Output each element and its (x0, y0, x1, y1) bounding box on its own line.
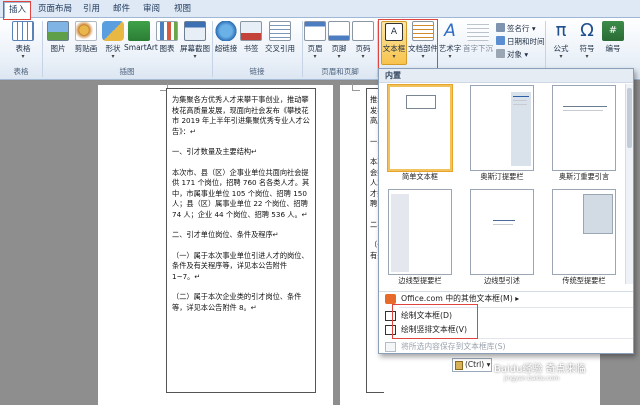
preview-box (406, 95, 436, 109)
gallery-section-header: 内置 (379, 69, 633, 83)
bar-chart-icon (156, 21, 178, 41)
frame-paragraph: 一、引才数量及主要结构↵ (172, 147, 258, 156)
symbol-button[interactable]: Ω 符号 ▾ (575, 21, 599, 60)
equation-button[interactable]: π 公式 ▾ (549, 21, 573, 60)
group-label-header-footer: 页眉和页脚 (321, 67, 359, 76)
margin-mark (352, 83, 360, 91)
text-box-frame[interactable]: 为集聚各方优秀人才来攀干事创业，推动攀枝花高质量发展，现面向社会发布《攀枝花市 … (166, 88, 316, 393)
table-button[interactable]: 表格 ▾ (8, 21, 38, 60)
frame-paragraph: （二）属于本次企业类的引才岗位、条件等，详见本公告附件 8。↵ (172, 292, 302, 312)
chart-button[interactable]: 图表 (156, 21, 178, 54)
wordart-icon: A (444, 21, 456, 41)
preview-line (563, 106, 607, 107)
hyperlink-button[interactable]: 超链接 (214, 21, 238, 54)
bookmark-button[interactable]: 书签 (240, 21, 262, 54)
table-icon (12, 21, 34, 41)
preview-line (493, 224, 513, 225)
insert-tab-highlight (3, 1, 31, 20)
tab-references[interactable]: 引用 (79, 2, 104, 18)
object-icon (496, 49, 505, 58)
globe-link-icon (215, 21, 237, 41)
object-button[interactable]: 对象 ▾ (496, 49, 528, 60)
gallery-item-austin-sidebar[interactable]: 奥斯汀提要栏 (469, 85, 535, 182)
shapes-button[interactable]: 形状 ▾ (102, 21, 124, 60)
cross-reference-icon (269, 21, 291, 41)
thumbnail-preview (470, 189, 534, 275)
thumbnail-preview (552, 189, 616, 275)
thumbnail-preview (470, 85, 534, 171)
footer-icon (328, 21, 350, 41)
frame-paragraph: （一）属于本次事业单位引进人才的岗位、条件及有关程序等，详见本公告附件 1~7。… (172, 250, 309, 281)
date-time-button[interactable]: 日期和时间 (496, 36, 545, 47)
frame-paragraph: 本次市、县（区）企事业单位共面向社会提供 171 个岗位，招聘 760 名各类人… (172, 167, 310, 219)
clipboard-icon (455, 361, 463, 370)
screenshot-button[interactable]: 屏幕截图 ▾ (180, 21, 210, 60)
drop-cap-button[interactable]: 首字下沉 (462, 21, 494, 54)
tab-mailings[interactable]: 邮件 (109, 2, 134, 18)
picture-button[interactable]: 图片 (46, 21, 70, 54)
thumbnail-preview (388, 85, 452, 171)
preview-line (513, 100, 527, 101)
clipart-button[interactable]: 剪贴画 (72, 21, 100, 54)
menu-save-selection-to-gallery: 将所选内容保存到文本框库(S) (379, 340, 633, 354)
group-label-tables: 表格 (13, 67, 29, 76)
watermark-logo: Baidu经验 奇点来临 jingyan.baidu.com (494, 364, 586, 382)
smartart-button[interactable]: SmartArt (124, 21, 158, 52)
page-number-button[interactable]: 页码 ▾ (352, 21, 374, 60)
drop-cap-icon (467, 21, 489, 41)
thumbnail-preview (552, 85, 616, 171)
tab-page-layout[interactable]: 页面布局 (34, 2, 76, 18)
ribbon-tab-bar: 插入 页面布局 引用 邮件 审阅 视图 (0, 0, 640, 18)
gallery-item-edge-sidebar[interactable]: 边线型提要栏 (387, 189, 453, 286)
footer-button[interactable]: 页脚 ▾ (328, 21, 350, 60)
page-number-icon (352, 21, 374, 41)
preview-line (563, 110, 603, 111)
preview-sidebar (391, 194, 409, 272)
gallery-item-edge-quote[interactable]: 边线型引述 (469, 189, 535, 286)
number-button[interactable]: # 编号 (601, 21, 625, 54)
gallery-item-simple-textbox[interactable]: 简单文本框 (387, 85, 453, 182)
group-label-links: 链接 (249, 67, 265, 76)
office-logo-icon (385, 294, 396, 304)
smartart-icon (128, 21, 150, 41)
signature-line-button[interactable]: 签名行 ▾ (496, 23, 536, 34)
clipart-icon (75, 21, 97, 41)
preview-line (513, 96, 529, 97)
header-icon (304, 21, 326, 41)
frame-paragraph: 为集聚各方优秀人才来攀干事创业，推动攀枝花高质量发展，现面向社会发布《攀枝花市 … (172, 95, 310, 136)
signature-icon (496, 23, 505, 32)
scrollbar-thumb[interactable] (627, 88, 632, 148)
omega-icon: Ω (580, 20, 594, 41)
gallery-item-austin-quote[interactable]: 奥斯汀重要引言 (551, 85, 617, 182)
tab-view[interactable]: 视图 (170, 2, 195, 18)
gallery-scrollbar[interactable] (625, 84, 633, 284)
picture-icon (47, 21, 69, 41)
group-label-illustrations: 插图 (119, 67, 135, 76)
tab-review[interactable]: 审阅 (139, 2, 164, 18)
preview-sidebar (583, 194, 613, 234)
cross-reference-button[interactable]: 交叉引用 (262, 21, 298, 54)
preview-line (513, 104, 527, 105)
preview-line (493, 220, 515, 221)
save-gallery-icon (385, 342, 396, 352)
wordart-button[interactable]: A 艺术字 ▾ (438, 21, 462, 60)
thumbnail-preview (388, 189, 452, 275)
pi-icon: π (555, 20, 567, 41)
header-button[interactable]: 页眉 ▾ (304, 21, 326, 60)
shapes-icon (102, 21, 124, 41)
number-icon: # (602, 21, 624, 41)
draw-menu-highlight (392, 304, 478, 339)
frame-paragraph: 二、引才单位岗位、条件及程序↵ (172, 230, 279, 239)
calendar-icon (496, 36, 505, 45)
paste-options-button[interactable]: (Ctrl) ▾ (452, 358, 492, 372)
screenshot-icon (184, 21, 206, 41)
bookmark-icon (240, 21, 262, 41)
gallery-item-traditional-sidebar[interactable]: 传统型提要栏 (551, 189, 617, 286)
